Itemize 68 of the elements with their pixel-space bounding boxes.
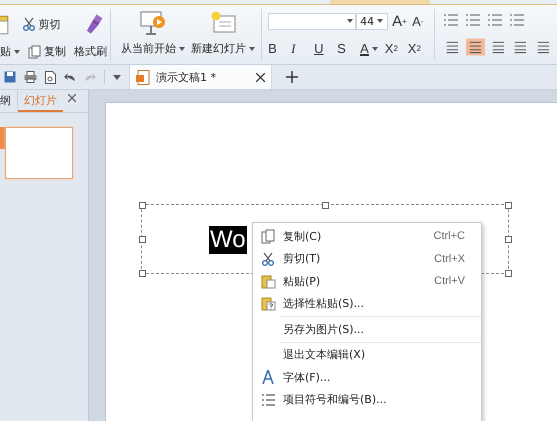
close-icon[interactable] [68, 94, 76, 102]
copy-icon [28, 44, 41, 58]
close-icon[interactable] [256, 72, 265, 82]
paintbrush-icon [84, 13, 104, 35]
script-button[interactable]: X$^{2}$ [384, 41, 401, 56]
dropdown-icon[interactable] [113, 74, 121, 80]
list-icon[interactable] [486, 12, 505, 27]
current-slide-marker [0, 127, 5, 149]
print-icon[interactable] [24, 71, 37, 83]
list-icon[interactable] [464, 12, 483, 27]
font-style-button[interactable]: B [268, 41, 284, 56]
menu-item[interactable]: 粘贴(P) Ctrl+V [253, 270, 481, 292]
menu-item[interactable]: 选择性粘贴(S)... [253, 292, 481, 315]
resize-handle[interactable] [505, 236, 512, 243]
caret-icon [249, 46, 256, 50]
document-tab[interactable]: 演示文稿1 * [129, 65, 272, 89]
list-icon [262, 394, 274, 406]
align-icon[interactable] [466, 38, 485, 56]
print-preview-icon[interactable] [45, 70, 56, 84]
font-name-field[interactable] [268, 12, 356, 30]
format-painter-button[interactable]: 格式刷 [74, 44, 107, 59]
slide-menu-button[interactable]: 从当前开始 [120, 41, 185, 56]
list-icon[interactable] [442, 12, 461, 27]
scissors-icon [261, 252, 275, 266]
shrink-font-button[interactable]: A$^{-}$ [412, 14, 428, 28]
caret-icon [14, 50, 20, 54]
list-icon[interactable] [508, 12, 527, 27]
copy-button[interactable]: 复制 [28, 44, 66, 59]
caret-icon [347, 19, 354, 23]
document-icon [136, 70, 150, 84]
clipboard-question-icon [260, 296, 276, 312]
grow-font-button[interactable]: A$^{+}$ [392, 12, 408, 30]
new-tab-icon[interactable] [286, 71, 298, 83]
font-style-button[interactable]: I [291, 40, 308, 56]
font-style-button[interactable]: S [337, 41, 354, 56]
resize-handle[interactable] [139, 270, 146, 277]
cut-button[interactable]: 剪切 [22, 16, 61, 32]
font-style-button[interactable]: U [314, 41, 330, 56]
font-size-field[interactable]: 44 [356, 12, 388, 30]
caret-icon [178, 46, 185, 50]
font-color-button[interactable]: A [360, 41, 378, 56]
document-title: 演示文稿1 * [156, 70, 217, 84]
menu-item[interactable]: 复制(C) Ctrl+C [253, 225, 481, 248]
clipboard-icon[interactable] [0, 13, 10, 35]
letter-a-icon [262, 370, 274, 384]
resize-handle[interactable] [505, 270, 512, 277]
selected-text: Wo [209, 226, 247, 254]
menu-item[interactable]: 字体(F)... [253, 366, 481, 388]
clipboard-icon [260, 274, 276, 289]
menu-item[interactable]: 退出文本编辑(X) [253, 344, 481, 366]
menu-item[interactable]: 剪切(T) Ctrl+X [253, 248, 481, 270]
caret-icon [372, 46, 378, 50]
caret-icon [377, 19, 384, 23]
menu-item[interactable]: 另存为图片(S)... [253, 318, 481, 340]
resize-handle[interactable] [139, 202, 146, 209]
resize-handle[interactable] [322, 202, 329, 209]
menu-item[interactable]: 项目符号和编号(B)... [253, 388, 481, 411]
projector-play-icon [138, 10, 167, 36]
copy-icon [261, 228, 275, 244]
undo-icon[interactable] [64, 72, 76, 82]
scissors-icon [22, 17, 36, 31]
panel-tab[interactable]: 纲 [0, 90, 18, 112]
slide-thumbnail[interactable] [5, 127, 73, 179]
paste-button[interactable]: 贴 [0, 44, 20, 59]
slide-menu-button[interactable]: 新建幻灯片 [191, 41, 256, 56]
resize-handle[interactable] [505, 202, 512, 209]
resize-handle[interactable] [139, 236, 146, 243]
save-icon[interactable] [4, 71, 16, 83]
